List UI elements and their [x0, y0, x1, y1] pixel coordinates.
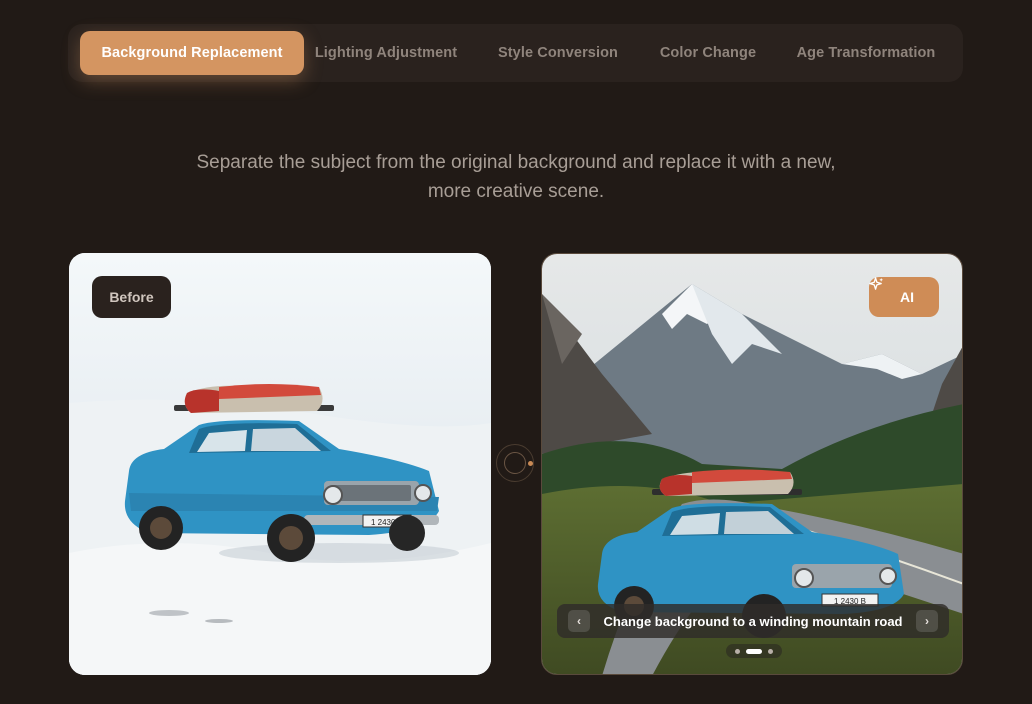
caption-text: Change background to a winding mountain …: [603, 613, 903, 629]
tab-background-replacement[interactable]: Background Replacement: [80, 31, 304, 75]
caption-bar: ‹ Change background to a winding mountai…: [557, 604, 949, 638]
connector-ring: [504, 452, 526, 474]
slide-indicator: [726, 644, 782, 658]
slide-dot-2[interactable]: [746, 648, 762, 654]
slide-dot-3[interactable]: [768, 648, 773, 654]
tab-bar: Background Replacement Lighting Adjustme…: [68, 24, 963, 82]
description-line-1: Separate the subject from the original b…: [196, 152, 836, 173]
page: Background Replacement Lighting Adjustme…: [0, 0, 1032, 704]
before-image-card: 1 2430 B Before: [69, 253, 491, 675]
slide-dot-1[interactable]: [735, 648, 740, 654]
previous-slide-button[interactable]: ‹: [568, 610, 590, 632]
after-image-card: 1 2430 B AI ‹ Change background to a win…: [541, 253, 963, 675]
tab-color-change[interactable]: Color Change: [646, 31, 770, 75]
next-slide-button[interactable]: ›: [916, 610, 938, 632]
ai-badge: AI: [869, 277, 939, 317]
description-line-2: more creative scene.: [427, 181, 605, 202]
tab-lighting-adjustment[interactable]: Lighting Adjustment: [304, 31, 468, 75]
connector-dot: [528, 461, 533, 466]
feature-description: Separate the subject from the original b…: [150, 148, 882, 206]
tab-style-conversion[interactable]: Style Conversion: [481, 31, 635, 75]
chevron-left-icon: ‹: [577, 614, 581, 628]
tab-age-transformation[interactable]: Age Transformation: [786, 31, 946, 75]
compare-connector: [496, 444, 534, 482]
ai-badge-label: AI: [900, 289, 914, 305]
chevron-right-icon: ›: [925, 614, 929, 628]
before-badge: Before: [92, 276, 171, 318]
